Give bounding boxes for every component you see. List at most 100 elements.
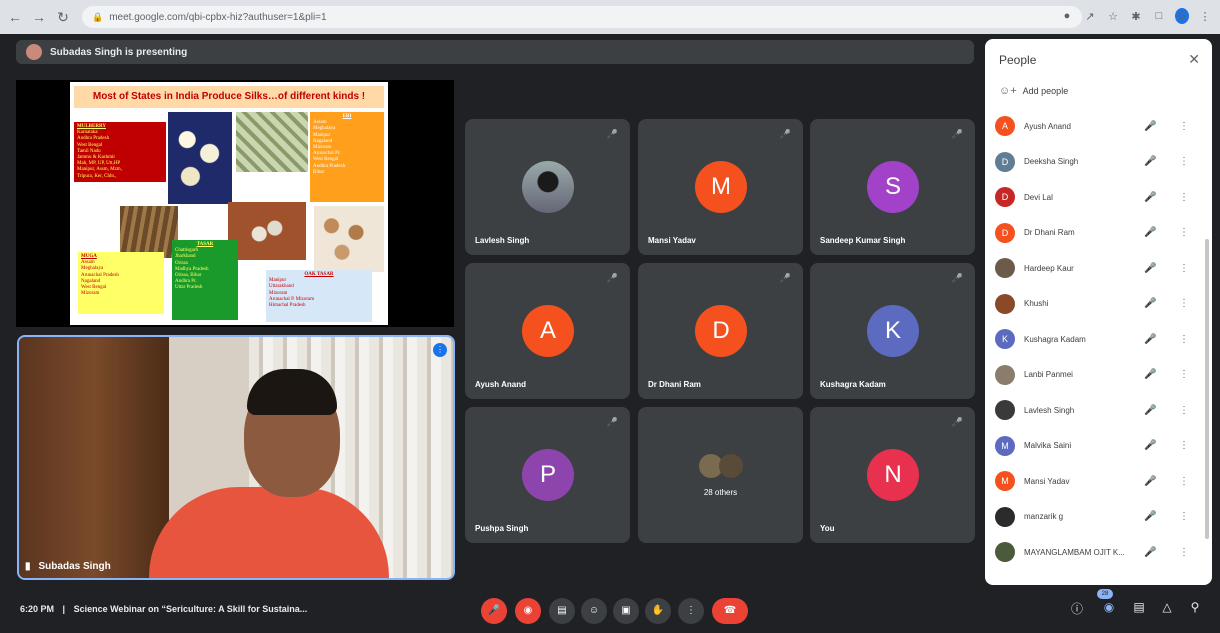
profile-avatar[interactable]: G [1175, 8, 1189, 24]
back-icon[interactable]: ← [6, 8, 24, 26]
muga-box: MUGA Assam Meghalaya Arunachal Pradesh N… [78, 252, 164, 314]
share-icon[interactable]: ↗ [1083, 10, 1097, 23]
participant-row[interactable]: K Kushagra Kadam 🎤 ⋮ [995, 324, 1195, 354]
participant-avatar: A [995, 116, 1015, 136]
participant-name: Malvika Saini [1024, 441, 1072, 450]
raise-hand-button[interactable]: ✋ [645, 598, 671, 624]
participant-row[interactable]: MAYANGLAMBAM OJIT K... 🎤 ⋮ [995, 537, 1195, 567]
address-bar[interactable]: 🔒 meet.google.com/qbi-cpbx-hiz?authuser=… [82, 6, 1082, 28]
silkworms-photo [236, 112, 308, 172]
participant-tile[interactable]: S Sandeep Kumar Singh 🎤 [810, 119, 975, 255]
presenter-avatar [26, 44, 42, 60]
leave-call-button[interactable]: ☎ [712, 598, 748, 624]
people-icon[interactable]: ◉ [1100, 600, 1118, 614]
more-options-button[interactable]: ⋮ [678, 598, 704, 624]
more-options-icon[interactable]: ⋮ [1179, 121, 1189, 132]
participant-avatar: S [867, 161, 919, 213]
participant-name: Deeksha Singh [1024, 157, 1079, 166]
more-options-icon[interactable]: ⋮ [1179, 440, 1189, 451]
info-icon[interactable]: ⓘ [1068, 600, 1086, 617]
presenter-namebar: ▮ Subadas Singh [25, 561, 111, 572]
participant-avatar: N [867, 449, 919, 501]
mic-muted-icon: 🎤 [1144, 440, 1157, 451]
participant-row[interactable]: D Dr Dhani Ram 🎤 ⋮ [995, 218, 1195, 248]
participant-name: MAYANGLAMBAM OJIT K... [1024, 547, 1125, 557]
presenter-video[interactable]: ⋮ ▮ Subadas Singh [17, 335, 455, 580]
participant-name: Sandeep Kumar Singh [820, 236, 906, 245]
reload-icon[interactable]: ↻ [54, 8, 72, 26]
more-options-icon[interactable]: ⋮ [1179, 511, 1189, 522]
camera-icon[interactable]: ● [1060, 10, 1074, 22]
participant-row[interactable]: D Devi Lal 🎤 ⋮ [995, 182, 1195, 212]
pin-icon: ▮ [25, 561, 31, 572]
participant-row[interactable]: Khushi 🎤 ⋮ [995, 289, 1195, 319]
more-options-icon[interactable]: ⋮ [1179, 405, 1189, 416]
more-options-icon[interactable]: ⋮ [1179, 476, 1189, 487]
add-people-button[interactable]: ☺+ Add people [999, 85, 1068, 97]
participant-name: Kushagra Kadam [1024, 334, 1086, 344]
mic-muted-icon: 🎤 [779, 129, 791, 139]
participant-tile[interactable]: N You 🎤 [810, 407, 975, 543]
host-controls-icon[interactable]: ⚲ [1186, 600, 1204, 614]
participant-row[interactable]: M Malvika Saini 🎤 ⋮ [995, 431, 1195, 461]
participant-tile[interactable]: M Mansi Yadav 🎤 [638, 119, 803, 255]
more-options-icon[interactable]: ⋮ [1179, 156, 1189, 167]
tile-options-icon[interactable]: ⋮ [433, 343, 447, 357]
participant-row[interactable]: manzarik g 🎤 ⋮ [995, 502, 1195, 532]
participant-tile[interactable]: A Ayush Anand 🎤 [465, 263, 630, 399]
participant-name: Dr Dhani Ram [1024, 228, 1075, 237]
slide-title: Most of States in India Produce Silks…of… [74, 86, 384, 108]
participant-name: Lavlesh Singh [475, 236, 530, 245]
star-icon[interactable]: ☆ [1106, 10, 1120, 23]
participant-row[interactable]: Lanbi Panmei 🎤 ⋮ [995, 360, 1195, 390]
participant-row[interactable]: Lavlesh Singh 🎤 ⋮ [995, 395, 1195, 425]
menu-icon[interactable]: ⋮ [1198, 10, 1212, 23]
mic-muted-icon: 🎤 [1144, 156, 1157, 167]
participant-row[interactable]: Hardeep Kaur 🎤 ⋮ [995, 253, 1195, 283]
participant-row[interactable]: M Mansi Yadav 🎤 ⋮ [995, 466, 1195, 496]
activities-icon[interactable]: △ [1158, 600, 1176, 614]
captions-button[interactable]: ▤ [549, 598, 575, 624]
participant-name: You [820, 524, 835, 533]
more-options-icon[interactable]: ⋮ [1179, 334, 1189, 345]
presentation-area[interactable]: Most of States in India Produce Silks…of… [16, 80, 454, 327]
participant-tile[interactable]: D Dr Dhani Ram 🎤 [638, 263, 803, 399]
emoji-button[interactable]: ☺ [581, 598, 607, 624]
oak-tasar-box: OAK TASAR Manipur Uttarakhand Mizoram Ar… [266, 270, 372, 322]
more-options-icon[interactable]: ⋮ [1179, 192, 1189, 203]
participant-name: manzarik g [1024, 512, 1064, 521]
present-button[interactable]: ▣ [613, 598, 639, 624]
participant-row[interactable]: D Deeksha Singh 🎤 ⋮ [995, 147, 1195, 177]
participant-tile[interactable]: P Pushpa Singh 🎤 [465, 407, 630, 543]
participant-row[interactable]: A Ayush Anand 🎤 ⋮ [995, 111, 1195, 141]
camera-off-button[interactable]: ◉ [515, 598, 541, 624]
more-options-icon[interactable]: ⋮ [1179, 263, 1189, 274]
muga-cocoon-photo [120, 206, 178, 258]
more-options-icon[interactable]: ⋮ [1179, 227, 1189, 238]
chat-icon[interactable]: ▤ [1130, 600, 1148, 614]
tasar-cocoon-photo [228, 202, 306, 260]
participant-tile[interactable]: 28 others [638, 407, 803, 543]
meeting-title: Science Webinar on “Sericulture: A Skill… [73, 604, 308, 614]
forward-icon[interactable]: → [30, 8, 48, 26]
participant-avatar [995, 542, 1015, 562]
tab-icon[interactable]: □ [1152, 10, 1166, 22]
oak-tasar-line: Himachal Pradesh [269, 303, 306, 309]
participant-name: 28 others [703, 488, 738, 497]
more-options-icon[interactable]: ⋮ [1179, 547, 1189, 558]
participant-tile[interactable]: Lavlesh Singh 🎤 [465, 119, 630, 255]
panel-scrollbar[interactable] [1205, 239, 1209, 539]
separator: | [62, 604, 66, 614]
participant-tile[interactable]: K Kushagra Kadam 🎤 [810, 263, 975, 399]
participant-avatar: D [695, 305, 747, 357]
participant-avatar: M [995, 435, 1015, 456]
more-options-icon[interactable]: ⋮ [1179, 298, 1189, 309]
close-icon[interactable]: ✕ [1188, 51, 1200, 68]
mic-off-button[interactable]: 🎤 [481, 598, 507, 624]
mulberry-box: MULBERRY Karnataka Andhra Pradesh West B… [74, 122, 166, 182]
mic-muted-icon: 🎤 [606, 129, 618, 139]
more-options-icon[interactable]: ⋮ [1179, 369, 1189, 380]
extensions-icon[interactable]: ✱ [1129, 10, 1143, 23]
mic-muted-icon: 🎤 [1144, 227, 1157, 238]
mic-muted-icon: 🎤 [1144, 333, 1157, 345]
